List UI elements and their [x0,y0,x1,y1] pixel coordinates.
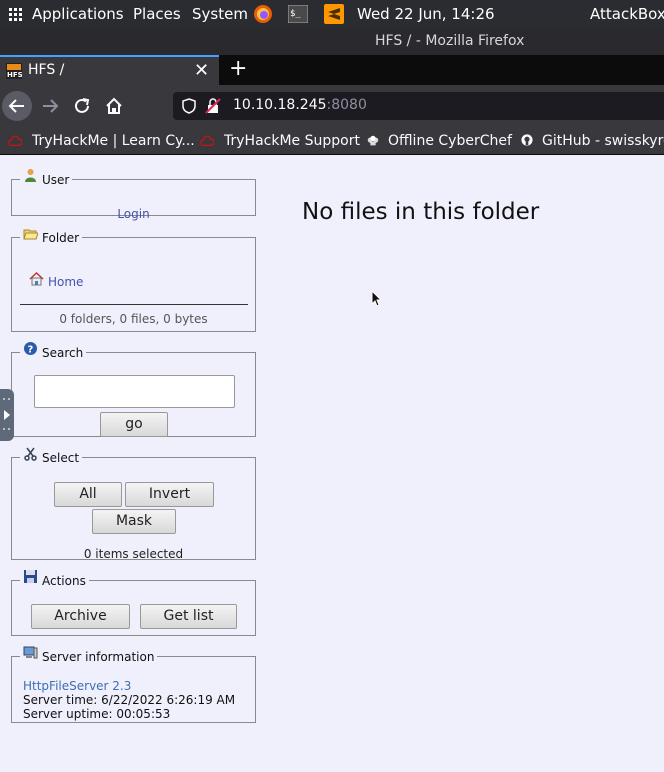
home-icon [29,271,44,286]
bookmark-label: TryHackMe Support [224,133,360,149]
folder-panel: Folder Home 0 folders, 0 files, 0 bytes [11,229,256,332]
terminal-launcher-icon[interactable]: $_ [288,5,308,23]
home-link[interactable]: Home [48,275,83,289]
tryhackme-cloud-icon [200,135,214,147]
address-bar[interactable]: 10.10.18.245:8080 [173,92,664,120]
invert-selection-button[interactable]: Invert [125,482,214,507]
user-legend: User [20,169,72,187]
folder-stats: 0 folders, 0 files, 0 bytes [59,312,208,326]
actions-legend-label: Actions [42,573,86,588]
get-list-button[interactable]: Get list [140,604,237,629]
home-button[interactable] [99,91,129,121]
folder-divider [20,304,248,305]
back-button[interactable] [2,91,32,121]
bookmark-label: TryHackMe | Learn Cy... [32,133,195,149]
reload-icon [75,98,90,113]
actions-panel: Actions Archive Get list [11,570,256,636]
svg-text:?: ? [28,345,34,356]
search-panel: ? Search go [11,342,256,437]
mouse-cursor-icon [371,290,383,307]
forward-button[interactable] [35,91,65,121]
server-time: Server time: 6/22/2022 6:26:19 AM [23,693,236,707]
clock[interactable]: Wed 22 Jun, 14:26 [357,0,495,28]
select-legend-label: Select [42,450,80,465]
system-menu[interactable]: System [192,0,248,28]
url-port: :8080 [326,97,367,113]
search-go-button[interactable]: go [100,412,168,437]
expand-arrow-icon [3,398,10,430]
new-tab-button[interactable]: + [229,55,247,83]
login-link[interactable]: Login [117,207,149,221]
hfs-version-link[interactable]: HttpFileServer 2.3 [23,679,131,693]
select-legend: Select [20,447,82,465]
mask-button[interactable]: Mask [92,509,176,534]
computer-icon [23,646,38,659]
open-folder-icon [23,229,38,240]
github-icon [521,134,533,146]
hfs-favicon-icon: HFS [6,63,22,79]
empty-folder-message: No files in this folder [302,199,540,225]
app-grid-icon[interactable] [9,8,22,21]
chef-hat-icon [367,135,379,146]
home-icon [106,97,122,114]
url-text[interactable]: 10.10.18.245:8080 [233,97,367,113]
tryhackme-cloud-icon [8,135,22,147]
bookmarks-toolbar: TryHackMe | Learn Cy... TryHackMe Suppor… [0,127,664,155]
tab-title: HFS / [28,62,65,78]
firefox-launcher-icon[interactable] [253,4,273,24]
user-legend-label: User [42,172,70,187]
top-panel: Applications Places System $_ Wed 22 Jun… [0,0,664,28]
bookmark-label: GitHub - swisskyre [542,133,664,149]
window-titlebar: HFS / - Mozilla Firefox [0,28,664,55]
folder-legend: Folder [20,229,82,245]
close-tab-icon[interactable]: ✕ [194,60,209,81]
url-host: 10.10.18.245 [233,97,327,113]
tab-strip: HFS HFS / ✕ + [0,55,664,85]
host-label: AttackBox [590,5,664,23]
reload-button[interactable] [67,91,97,121]
actions-legend: Actions [20,570,89,588]
server-info-legend: Server information [20,646,157,664]
selection-count: 0 items selected [83,547,184,561]
select-all-button[interactable]: All [54,482,122,507]
user-panel: User Login [11,169,256,221]
side-panel-handle[interactable] [0,389,14,441]
back-arrow-icon [8,99,24,113]
save-disk-icon [24,570,37,583]
help-icon: ? [24,342,37,356]
shield-icon[interactable] [181,98,197,114]
user-icon [25,169,36,182]
places-menu[interactable]: Places [133,0,181,28]
search-input[interactable] [34,375,235,408]
server-uptime: Server uptime: 00:05:53 [23,707,171,721]
search-legend-label: Search [42,345,84,360]
folder-legend-label: Folder [42,230,80,245]
scissors-icon [24,447,37,461]
sublime-launcher-icon[interactable] [324,4,344,24]
tab-hfs[interactable]: HFS HFS / ✕ [0,55,219,85]
archive-button[interactable]: Archive [31,604,130,629]
hfs-page: User Login Folder Home 0 folders, 0 file… [0,156,664,772]
window-title: HFS / - Mozilla Firefox [375,33,525,49]
server-info-panel: Server information HttpFileServer 2.3 Se… [11,646,256,723]
svg-text:$_: $_ [290,9,301,19]
bookmark-label: Offline CyberChef [388,133,512,149]
svg-text:HFS: HFS [7,71,22,79]
navigation-toolbar: 10.10.18.245:8080 [0,85,664,127]
select-panel: Select All Invert Mask 0 items selected [11,447,256,561]
insecure-lock-icon[interactable] [205,98,221,114]
search-legend: ? Search [20,342,86,360]
server-info-legend-label: Server information [42,649,155,664]
applications-menu[interactable]: Applications [32,0,124,28]
forward-arrow-icon [43,99,59,113]
